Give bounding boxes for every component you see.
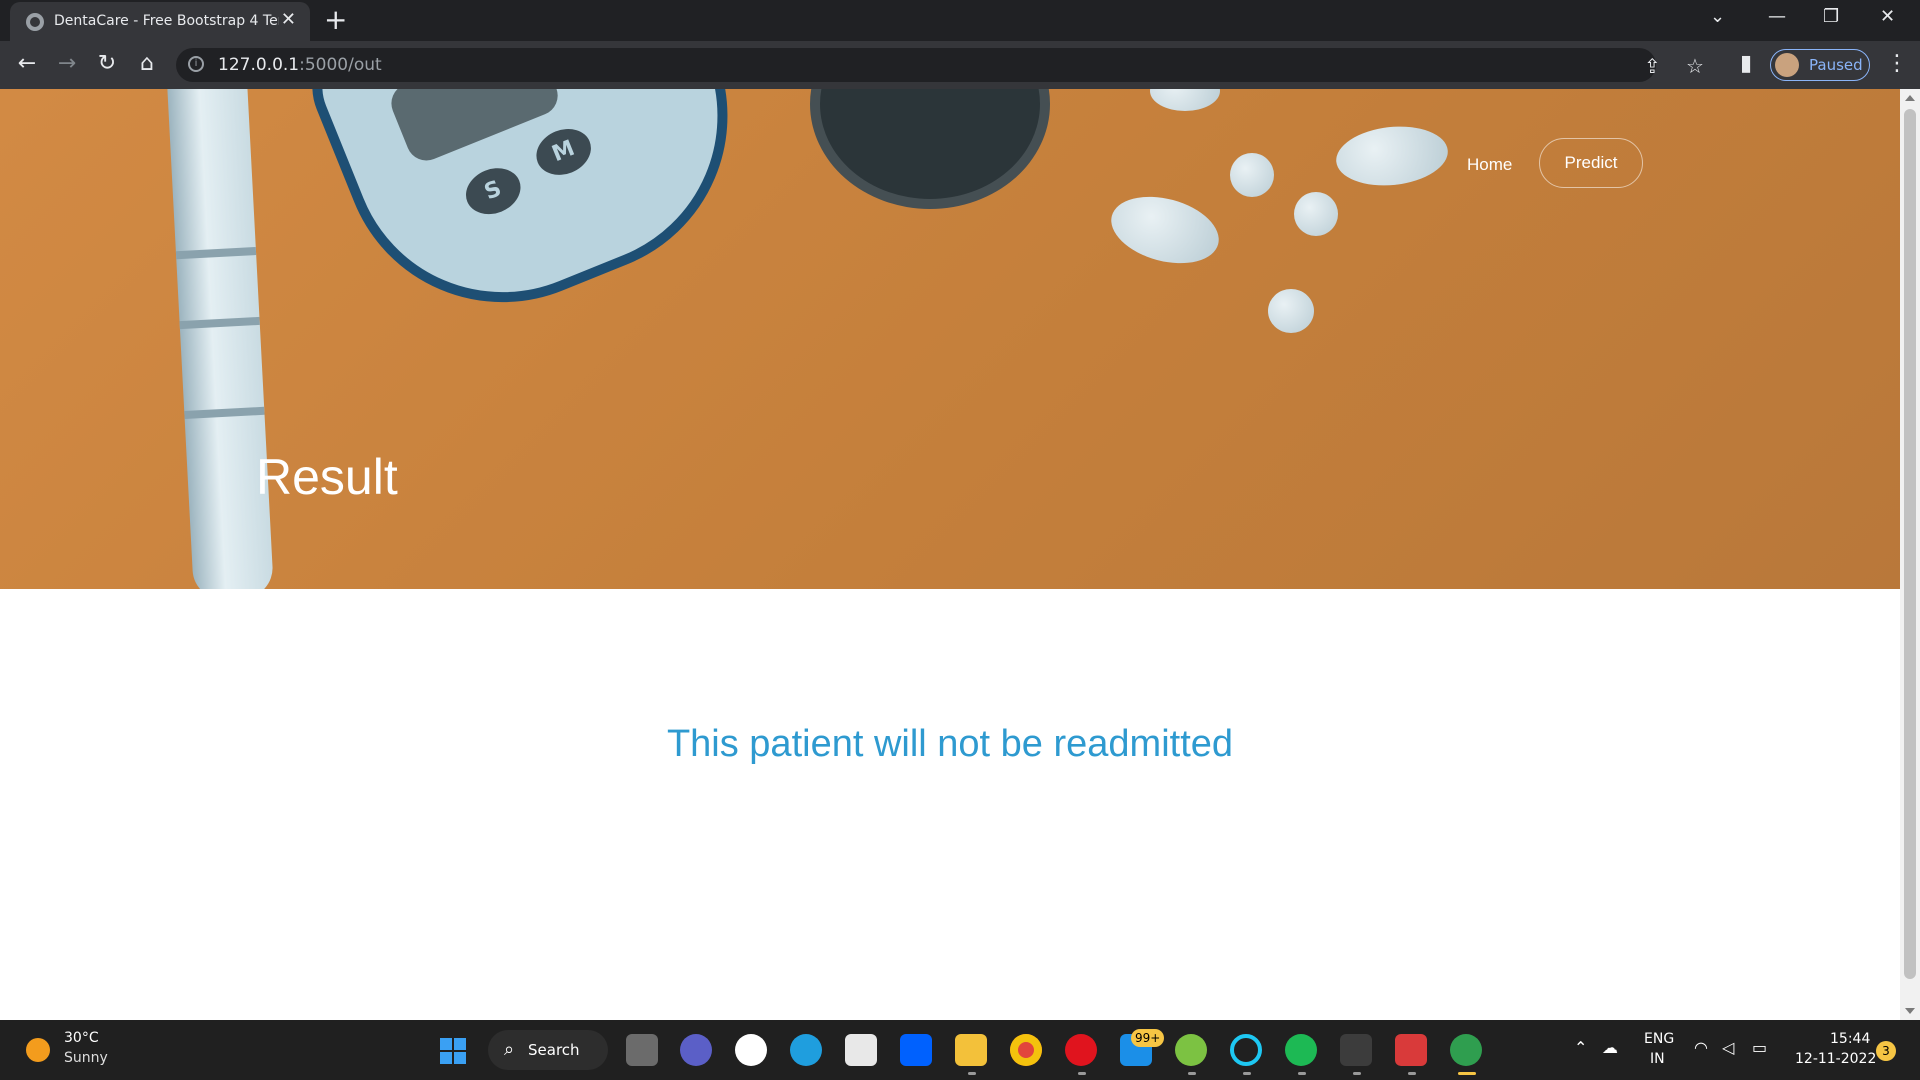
- folder-icon[interactable]: [955, 1034, 987, 1066]
- language-indicator[interactable]: ENG: [1644, 1031, 1674, 1047]
- volume-icon[interactable]: ◁: [1722, 1038, 1734, 1057]
- chrome-icon[interactable]: [1010, 1034, 1042, 1066]
- menu-icon[interactable]: ⋮: [1886, 51, 1908, 76]
- pill-illustration: [1294, 192, 1338, 236]
- pill-illustration: [1103, 185, 1227, 275]
- forward-icon[interactable]: →: [53, 51, 81, 77]
- running-indicator: [1243, 1072, 1251, 1075]
- notification-badge[interactable]: 3: [1876, 1041, 1896, 1061]
- mail-badge: 99+: [1131, 1029, 1165, 1047]
- weather-temperature[interactable]: 30°C: [64, 1030, 99, 1046]
- glucometer-illustration: S M: [294, 89, 776, 351]
- url-text[interactable]: 127.0.0.1:5000/out: [218, 55, 382, 75]
- window-close-button[interactable]: ✕: [1880, 6, 1895, 27]
- tab-title: DentaCare - Free Bootstrap 4 Ten: [54, 13, 279, 29]
- running-indicator: [1353, 1072, 1361, 1075]
- glucometer-s-button: S: [459, 160, 528, 223]
- hero-banner: S M Home Predict Result: [0, 89, 1900, 589]
- side-panel-icon[interactable]: ▮: [1732, 51, 1760, 77]
- address-bar[interactable]: i 127.0.0.1:5000/out ⇪ ☆: [176, 48, 1704, 82]
- opera-icon[interactable]: [1065, 1034, 1097, 1066]
- restore-button[interactable]: ❐: [1823, 6, 1839, 27]
- profile-label: Paused: [1809, 56, 1863, 74]
- running-indicator: [1298, 1072, 1306, 1075]
- windows-taskbar: 30°C Sunny ⌕ Search 99+ ⌃ ☁ ENG IN ◠ ◁ ▭…: [0, 1020, 1920, 1080]
- tower-icon[interactable]: [735, 1034, 767, 1066]
- browser-tab-bar: DentaCare - Free Bootstrap 4 Ten ✕ + ⌄ —…: [0, 0, 1920, 41]
- wifi-icon[interactable]: ◠: [1694, 1038, 1708, 1057]
- active-indicator: [1458, 1072, 1476, 1075]
- dropbox-icon[interactable]: [900, 1034, 932, 1066]
- utorrent-icon[interactable]: [1175, 1034, 1207, 1066]
- scroll-thumb[interactable]: [1904, 109, 1916, 979]
- search-label: Search: [528, 1041, 580, 1059]
- terminal-icon[interactable]: [1340, 1034, 1372, 1066]
- scroll-up-icon[interactable]: [1905, 95, 1915, 101]
- reload-icon[interactable]: ↻: [93, 51, 121, 77]
- globe-icon: [26, 13, 44, 31]
- meter-illustration: [810, 89, 1050, 209]
- pill-illustration: [1150, 89, 1220, 111]
- browser-toolbar: ← → ↻ ⌂ i 127.0.0.1:5000/out ⇪ ☆ ▮ Pause…: [0, 41, 1920, 89]
- pen-band: [179, 316, 260, 330]
- glucometer-m-button: M: [529, 121, 598, 183]
- nav-home-link[interactable]: Home: [1467, 155, 1512, 175]
- meet-icon[interactable]: [680, 1034, 712, 1066]
- pill-illustration: [1333, 121, 1451, 191]
- nav-predict-button[interactable]: Predict: [1539, 138, 1643, 188]
- sun-icon[interactable]: [26, 1038, 50, 1062]
- prediction-result: This patient will not be readmitted: [666, 723, 1234, 765]
- new-tab-button[interactable]: +: [324, 4, 347, 36]
- back-icon[interactable]: ←: [13, 51, 41, 77]
- taskbar-search-button[interactable]: ⌕ Search: [488, 1030, 608, 1070]
- battery-icon[interactable]: ▭: [1752, 1038, 1767, 1057]
- cloud-icon[interactable]: ☁: [1602, 1038, 1618, 1057]
- page-scrollbar[interactable]: [1900, 89, 1920, 1020]
- store-icon[interactable]: [845, 1034, 877, 1066]
- running-indicator: [1078, 1072, 1086, 1075]
- share-icon[interactable]: ⇪: [1644, 54, 1661, 78]
- clock-time[interactable]: 15:44: [1830, 1031, 1870, 1047]
- task-view-icon[interactable]: [626, 1034, 658, 1066]
- app-red-icon[interactable]: [1395, 1034, 1427, 1066]
- clock-date[interactable]: 12-11-2022: [1795, 1051, 1876, 1067]
- browser-tab[interactable]: DentaCare - Free Bootstrap 4 Ten ✕: [10, 2, 310, 41]
- weather-description[interactable]: Sunny: [64, 1050, 108, 1066]
- minimize-button[interactable]: —: [1768, 6, 1786, 27]
- pen-band: [184, 406, 265, 419]
- running-indicator: [1408, 1072, 1416, 1075]
- info-icon[interactable]: i: [188, 56, 204, 72]
- pill-illustration: [1230, 153, 1274, 197]
- bookmark-star-icon[interactable]: ☆: [1686, 54, 1704, 78]
- chrome-profile-icon[interactable]: [1450, 1034, 1482, 1066]
- lancet-pen-illustration: [165, 89, 275, 589]
- pen-band: [175, 247, 257, 260]
- page-viewport: S M Home Predict Result This patient wil…: [0, 89, 1900, 1020]
- spotify-icon[interactable]: [1285, 1034, 1317, 1066]
- search-icon: ⌕: [504, 1039, 515, 1060]
- windows-start-icon[interactable]: [440, 1038, 466, 1064]
- profile-button[interactable]: Paused: [1770, 49, 1870, 81]
- edge-icon[interactable]: [790, 1034, 822, 1066]
- scroll-down-icon[interactable]: [1905, 1008, 1915, 1014]
- page-title: Result: [256, 449, 398, 505]
- close-icon[interactable]: ✕: [281, 10, 296, 30]
- home-icon[interactable]: ⌂: [133, 51, 161, 77]
- running-indicator: [968, 1072, 976, 1075]
- running-indicator: [1188, 1072, 1196, 1075]
- avatar: [1775, 53, 1799, 77]
- tab-search-icon[interactable]: ⌄: [1710, 6, 1725, 27]
- alexa-icon[interactable]: [1230, 1034, 1262, 1066]
- chevron-up-icon[interactable]: ⌃: [1574, 1038, 1587, 1057]
- pill-illustration: [1268, 289, 1314, 333]
- language-region[interactable]: IN: [1650, 1051, 1665, 1067]
